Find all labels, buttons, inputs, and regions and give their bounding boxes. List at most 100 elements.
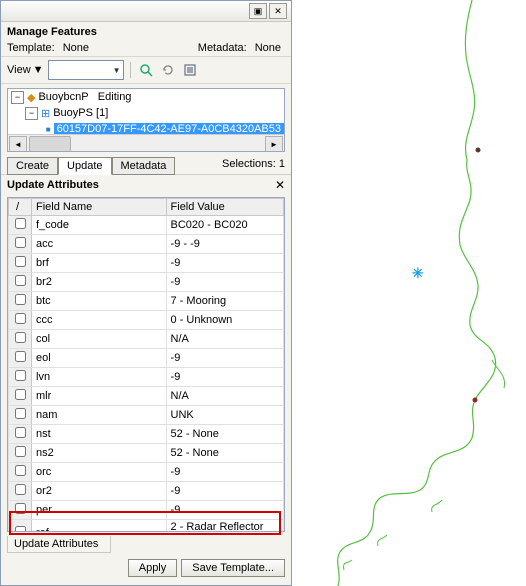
row-checkbox[interactable] [9,425,32,444]
tree-child[interactable]: BuoyPS [1] [53,107,108,119]
field-name[interactable]: or2 [32,482,167,501]
close-icon[interactable]: ✕ [269,3,287,19]
tree-root[interactable]: BuoybcnP [38,91,88,103]
field-name[interactable]: per [32,501,167,520]
table-row[interactable]: acc-9 - -9 [9,235,284,254]
scroll-right-icon[interactable]: ► [265,136,283,152]
field-name[interactable]: eol [32,349,167,368]
col-field-value[interactable]: Field Value [166,199,283,216]
row-checkbox[interactable] [9,406,32,425]
field-value[interactable]: N/A [166,330,283,349]
field-name[interactable]: br2 [32,273,167,292]
table-row[interactable]: colN/A [9,330,284,349]
field-value[interactable]: -9 [166,463,283,482]
row-checkbox[interactable] [9,349,32,368]
apply-button[interactable]: Apply [128,559,178,577]
field-value[interactable]: 0 - Unknown [166,311,283,330]
table-row[interactable]: nst52 - None [9,425,284,444]
row-checkbox[interactable] [9,387,32,406]
field-name[interactable]: lvn [32,368,167,387]
tab-update[interactable]: Update [58,157,111,175]
field-name[interactable]: ref [32,520,167,533]
point-feature[interactable] [473,398,478,403]
table-row[interactable]: eol-9 [9,349,284,368]
field-value[interactable]: N/A [166,387,283,406]
field-name[interactable]: orc [32,463,167,482]
map-canvas[interactable]: ✳ [292,0,526,586]
search-icon[interactable] [137,61,155,79]
filter-combo[interactable]: ▼ [48,60,124,80]
table-row[interactable]: orc-9 [9,463,284,482]
table-row[interactable]: lvn-9 [9,368,284,387]
table-row[interactable]: f_codeBC020 - BC020 [9,216,284,235]
field-value[interactable]: 52 - None [166,425,283,444]
row-checkbox[interactable] [9,444,32,463]
col-field-name[interactable]: Field Name [32,199,167,216]
collapse-icon[interactable]: − [25,107,38,120]
template-value: None [63,42,89,54]
field-name[interactable]: nam [32,406,167,425]
pin-icon[interactable]: ▣ [249,3,267,19]
field-name[interactable]: ns2 [32,444,167,463]
field-value[interactable]: BC020 - BC020 [166,216,283,235]
table-row[interactable]: brf-9 [9,254,284,273]
field-name[interactable]: acc [32,235,167,254]
close-icon[interactable]: ✕ [275,178,285,192]
field-name[interactable]: mlr [32,387,167,406]
table-row[interactable]: btc7 - Mooring [9,292,284,311]
panel-title: Manage Features [1,22,291,40]
row-checkbox[interactable] [9,254,32,273]
field-name[interactable]: btc [32,292,167,311]
refresh-icon[interactable] [159,61,177,79]
point-feature[interactable] [476,148,481,153]
row-checkbox[interactable] [9,368,32,387]
row-checkbox[interactable] [9,292,32,311]
table-row[interactable]: br2-9 [9,273,284,292]
row-checkbox[interactable] [9,273,32,292]
field-value[interactable]: -9 [166,273,283,292]
field-value[interactable]: 52 - None [166,444,283,463]
collapse-icon[interactable]: − [11,91,24,104]
field-value[interactable]: 2 - Radar Reflector Absent [166,520,283,533]
table-row[interactable]: or2-9 [9,482,284,501]
row-checkbox[interactable] [9,501,32,520]
field-value[interactable]: -9 - -9 [166,235,283,254]
field-value[interactable]: 7 - Mooring [166,292,283,311]
table-row[interactable]: per-9 [9,501,284,520]
row-checkbox[interactable] [9,235,32,254]
tab-create[interactable]: Create [7,157,58,175]
field-name[interactable]: f_code [32,216,167,235]
field-name[interactable]: nst [32,425,167,444]
row-checkbox[interactable] [9,463,32,482]
scroll-thumb[interactable] [29,136,71,152]
field-value[interactable]: -9 [166,501,283,520]
selected-buoy-icon[interactable]: ✳ [412,268,422,278]
field-value[interactable]: -9 [166,254,283,273]
save-template-button[interactable]: Save Template... [181,559,285,577]
field-value[interactable]: -9 [166,349,283,368]
footer-tab[interactable]: Update Attributes [7,536,111,553]
table-row[interactable]: ref2 - Radar Reflector Absent [9,520,284,533]
field-value[interactable]: -9 [166,482,283,501]
row-checkbox[interactable] [9,216,32,235]
list-icon[interactable] [181,61,199,79]
row-checkbox[interactable] [9,330,32,349]
field-name[interactable]: col [32,330,167,349]
tree-hscroll[interactable]: ◄ ► [8,134,284,151]
row-checkbox[interactable] [9,311,32,330]
row-checkbox[interactable] [9,520,32,533]
field-value[interactable]: UNK [166,406,283,425]
field-value[interactable]: -9 [166,368,283,387]
tab-metadata[interactable]: Metadata [112,157,176,175]
table-row[interactable]: ns252 - None [9,444,284,463]
table-row[interactable]: namUNK [9,406,284,425]
field-name[interactable]: brf [32,254,167,273]
scroll-left-icon[interactable]: ◄ [9,136,27,152]
row-checkbox[interactable] [9,482,32,501]
table-row[interactable]: ccc0 - Unknown [9,311,284,330]
feature-tree[interactable]: −◆BuoybcnP Editing −⊞BuoyPS [1] ■60157D0… [7,88,285,152]
view-dropdown[interactable]: View ▼ [7,64,44,76]
field-name[interactable]: ccc [32,311,167,330]
attribute-grid[interactable]: / Field Name Field Value f_codeBC020 - B… [7,197,285,532]
table-row[interactable]: mlrN/A [9,387,284,406]
